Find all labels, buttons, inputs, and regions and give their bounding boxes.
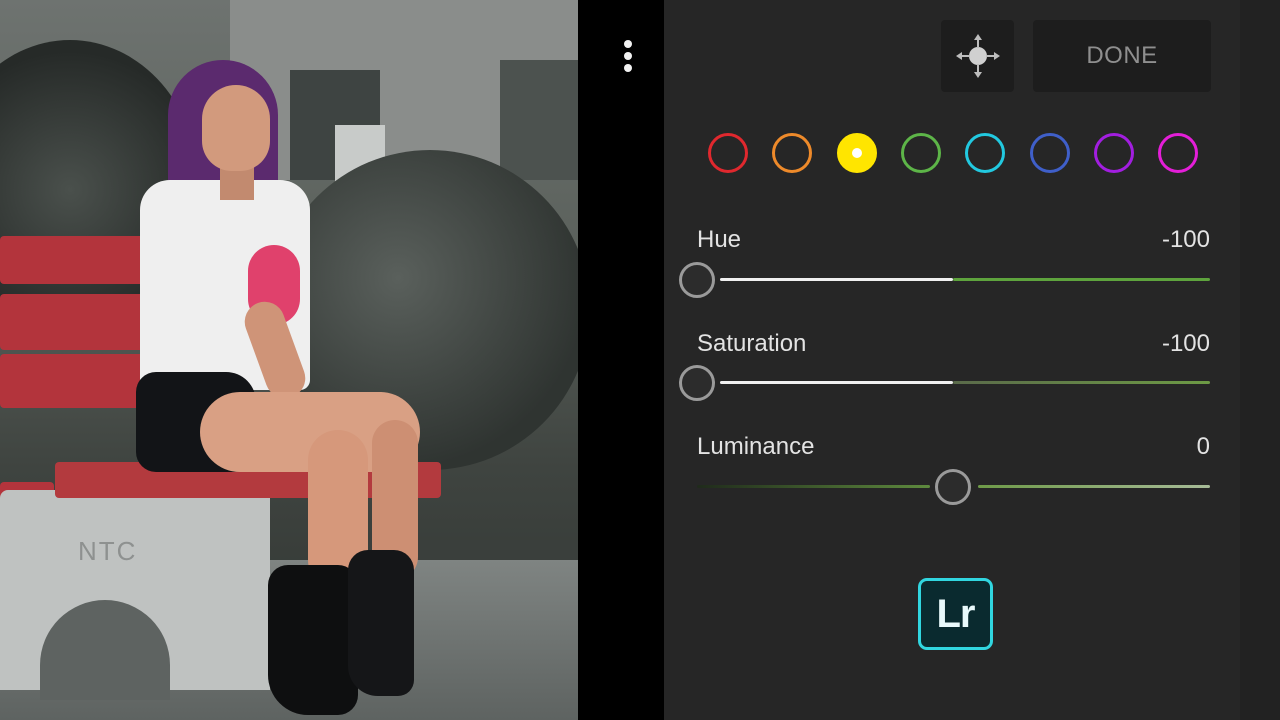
hue-track-gradient (953, 278, 1210, 281)
color-swatch-blue[interactable] (1029, 133, 1070, 173)
more-vertical-icon[interactable] (612, 36, 644, 76)
target-adjust-button[interactable] (941, 20, 1014, 92)
color-swatch-magenta[interactable] (1158, 133, 1199, 173)
hue-value: -100 (1161, 226, 1210, 253)
bench-backrest-slat (0, 294, 160, 350)
color-swatch-red[interactable] (708, 133, 748, 173)
color-swatch-purple[interactable] (1093, 133, 1134, 173)
luminance-value: 0 (1196, 433, 1210, 460)
color-swatch-aqua[interactable] (965, 133, 1006, 173)
saturation-label: Saturation (697, 330, 807, 357)
bench-engraving: NTC (78, 536, 138, 566)
saturation-track-gradient (953, 381, 1210, 384)
color-swatch-yellow[interactable] (836, 133, 877, 173)
luminance-slider-thumb[interactable] (935, 469, 971, 505)
person-boot (348, 550, 414, 696)
panel-edge (1240, 0, 1280, 720)
done-button[interactable]: DONE (1033, 20, 1211, 92)
background-window (500, 60, 578, 180)
luminance-track-left (697, 485, 930, 488)
bench-leg (0, 490, 270, 700)
bench-backrest-slat (0, 354, 150, 408)
lightroom-logo: Lr (918, 578, 993, 650)
hue-label: Hue (697, 226, 742, 253)
hue-track-active (720, 278, 953, 281)
hue-slider-thumb[interactable] (679, 262, 715, 298)
photo-preview: NTC (0, 0, 578, 720)
saturation-slider-thumb[interactable] (679, 365, 715, 401)
saturation-value: -100 (1161, 330, 1210, 357)
person-face (202, 85, 270, 171)
divider-strip (578, 0, 664, 720)
saturation-track-active (720, 381, 953, 384)
person-boot (268, 565, 358, 715)
luminance-track-right (978, 485, 1210, 488)
luminance-label: Luminance (697, 433, 815, 460)
color-swatch-green[interactable] (900, 133, 941, 173)
target-adjust-icon (955, 34, 1000, 78)
